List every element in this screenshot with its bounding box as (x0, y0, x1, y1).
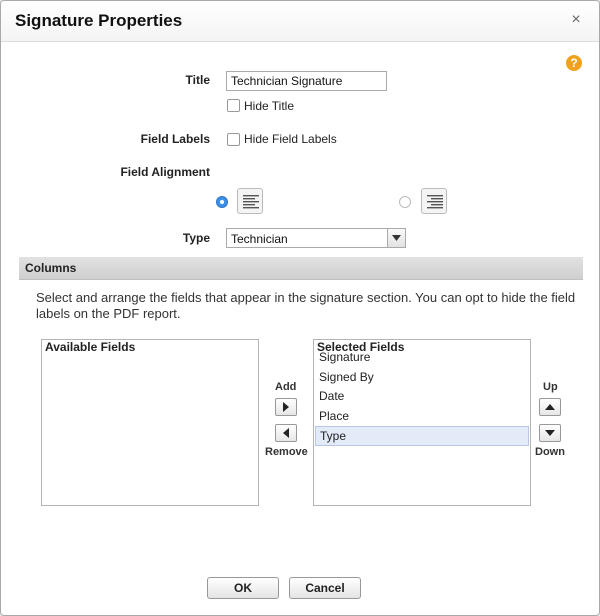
selected-field-item[interactable]: Signature (315, 347, 529, 367)
field-alignment-label: Field Alignment (120, 165, 210, 179)
move-up-button[interactable] (539, 398, 561, 416)
hide-field-labels-label: Hide Field Labels (244, 132, 337, 146)
remove-button[interactable] (275, 424, 297, 442)
chevron-down-icon[interactable] (387, 229, 405, 247)
hide-field-labels-checkbox[interactable] (227, 133, 240, 146)
type-label: Type (182, 231, 210, 245)
help-icon[interactable]: ? (566, 55, 582, 71)
arrow-left-icon (283, 428, 289, 438)
hide-title-label: Hide Title (244, 99, 295, 113)
title-input[interactable] (226, 71, 387, 91)
selected-field-item[interactable]: Date (315, 386, 529, 406)
close-icon[interactable]: × (567, 11, 585, 29)
arrow-right-icon (283, 402, 289, 412)
dialog-header: Signature Properties × (1, 1, 599, 42)
selected-field-item[interactable]: Signed By (315, 367, 529, 387)
title-label: Title (185, 73, 210, 87)
available-fields-title: Available Fields (45, 340, 136, 354)
dialog-title: Signature Properties (15, 11, 183, 30)
selected-field-item-active[interactable]: Type (315, 426, 529, 446)
remove-label: Remove (265, 446, 308, 458)
hide-title-checkbox[interactable] (227, 99, 240, 112)
arrow-up-icon (545, 404, 555, 410)
down-label: Down (535, 446, 565, 458)
available-fields-list[interactable]: Available Fields (41, 339, 259, 506)
columns-section-header: Columns (19, 257, 583, 280)
move-down-button[interactable] (539, 424, 561, 442)
arrow-down-icon (545, 430, 555, 436)
columns-description: Select and arrange the fields that appea… (36, 290, 576, 321)
selected-field-item[interactable]: Place (315, 406, 529, 426)
type-select-value: Technician (231, 232, 288, 246)
align-left-radio[interactable] (216, 196, 228, 208)
type-select[interactable]: Technician (226, 228, 406, 248)
signature-properties-dialog: Signature Properties × ? Title Hide Titl… (0, 0, 600, 616)
field-labels-label: Field Labels (140, 132, 210, 146)
align-left-icon[interactable] (237, 188, 263, 214)
align-right-icon[interactable] (421, 188, 447, 214)
add-button[interactable] (275, 398, 297, 416)
align-right-radio[interactable] (399, 196, 411, 208)
cancel-button[interactable]: Cancel (289, 577, 361, 599)
up-label: Up (543, 381, 558, 393)
add-label: Add (275, 381, 297, 393)
columns-section-label: Columns (25, 261, 77, 275)
selected-fields-list[interactable]: Selected Fields Signature Signed By Date… (313, 339, 531, 506)
ok-button[interactable]: OK (207, 577, 279, 599)
